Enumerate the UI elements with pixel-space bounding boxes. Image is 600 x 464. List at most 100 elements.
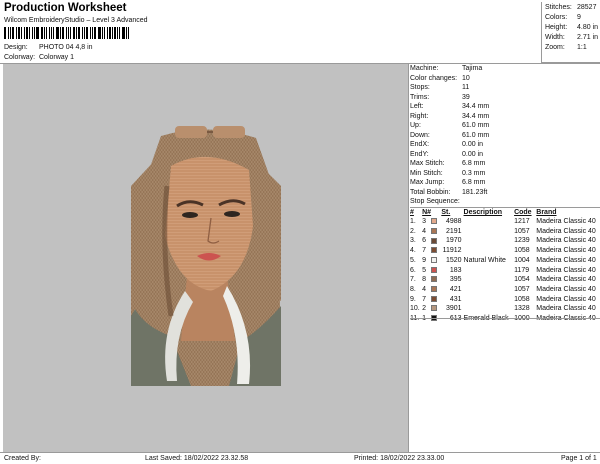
- barcode-bar: [69, 27, 71, 39]
- info-min-stitch: Min Stitch: 0.3 mm: [410, 169, 486, 177]
- thread-description: [464, 304, 515, 314]
- barcode-bar: [84, 27, 86, 39]
- thread-description: [464, 266, 515, 276]
- color-swatch: [431, 304, 441, 314]
- col-brand: Brand: [536, 209, 557, 216]
- needle-number: 4: [422, 227, 427, 235]
- summary-zoom: Zoom: 1:1: [545, 44, 587, 51]
- stop-sequence-table: # N# St. Description Code Brand 1. 3 4988 1…: [410, 208, 600, 324]
- stop-number: 2.: [410, 227, 416, 235]
- col-number: #: [410, 209, 414, 216]
- needle-number: 5: [422, 266, 427, 274]
- barcode-bar: [82, 27, 84, 39]
- thread-color-swatch: [431, 247, 438, 254]
- thread-description: [464, 236, 515, 246]
- page-number: Page 1 of 1: [561, 455, 597, 462]
- stop-row: 6. 5 183 1179 Madeira Classic 40: [410, 266, 600, 276]
- design-summary: Stitches: 28527 Colors: 9 Height: 4.80 in W…: [541, 2, 600, 63]
- color-swatch: [431, 285, 441, 295]
- thread-brand: Madeira Classic 40: [536, 295, 596, 303]
- barcode-bar: [101, 27, 103, 39]
- barcode-bar: [43, 27, 45, 39]
- color-swatch: [431, 275, 441, 285]
- thread-description: [464, 285, 515, 295]
- thread-color-swatch: [431, 286, 438, 293]
- stitch-count: 3901: [445, 305, 462, 313]
- barcode-bar: [4, 27, 6, 39]
- info-endx: EndX: 0.00 in: [410, 141, 484, 148]
- barcode-bar: [7, 27, 9, 39]
- barcode-bar: [86, 27, 89, 39]
- thread-code: 1328: [514, 305, 530, 313]
- thread-code: 1057: [514, 227, 530, 235]
- barcode-bar: [11, 27, 14, 39]
- barcode-bar: [98, 27, 101, 39]
- col-swatch: [431, 208, 441, 217]
- colorway-row: Colorway: Colorway 1: [4, 54, 74, 61]
- stop-sequence-header-row: # N# St. Description Code Brand: [410, 208, 600, 217]
- info-stops: Stops: 11: [410, 84, 470, 91]
- stop-row: 8. 4 421 1057 Madeira Classic 40: [410, 285, 600, 295]
- color-swatch: [431, 256, 441, 266]
- stop-table-end-divider: [410, 318, 600, 319]
- software-name: Wilcom EmbroideryStudio – Level 3 Advanc…: [4, 17, 148, 24]
- barcode-bar: [94, 27, 97, 39]
- barcode-bar: [108, 27, 111, 39]
- stop-row: 2. 4 2191 1057 Madeira Classic 40: [410, 227, 600, 237]
- thread-brand: Madeira Classic 40: [536, 305, 596, 313]
- barcode-bar: [72, 27, 75, 39]
- info-max-stitch: Max Stitch: 6.8 mm: [410, 160, 486, 167]
- thread-code: 1004: [514, 256, 530, 264]
- color-swatch: [431, 246, 441, 256]
- thread-description: [464, 246, 515, 256]
- thread-brand: Madeira Classic 40: [536, 285, 596, 293]
- thread-description: Natural White: [463, 256, 506, 264]
- barcode-bar: [106, 27, 108, 39]
- barcode-bar: [128, 27, 129, 39]
- barcode-bar: [56, 27, 60, 39]
- summary-colors: Colors: 9: [545, 14, 581, 21]
- info-up: Up: 61.0 mm: [410, 122, 490, 129]
- color-swatch: [431, 295, 441, 305]
- colorway-value: Colorway 1: [39, 54, 75, 61]
- stop-sequence-rows: 1. 3 4988 1217 Madeira Classic 40 2. 4 2191 1057…: [410, 217, 600, 324]
- needle-number: 4: [422, 285, 427, 293]
- barcode-bar: [67, 27, 69, 39]
- stitch-count: 11912: [442, 247, 462, 255]
- thread-color-swatch: [431, 237, 438, 244]
- thread-color-swatch: [431, 218, 438, 225]
- thread-code: 1179: [514, 266, 530, 274]
- info-machine: Machine: Tajima: [410, 65, 483, 72]
- thread-code: 1058: [514, 247, 530, 255]
- needle-number: 7: [422, 295, 427, 303]
- col-needle: N#: [422, 209, 432, 216]
- needle-number: 7: [422, 247, 427, 255]
- thread-code: 1217: [514, 218, 530, 225]
- needle-number: 8: [422, 276, 427, 284]
- stitch-count: 1970: [445, 237, 462, 245]
- info-color-changes: Color changes: 10: [410, 74, 470, 82]
- needle-number: 2: [422, 305, 427, 313]
- created-by: Created By:: [4, 455, 41, 462]
- design-row: Design: PHOTO 04 4,8 in: [4, 44, 93, 51]
- summary-width: Width: 2.71 in: [545, 34, 599, 41]
- barcode-bar: [60, 27, 62, 39]
- barcode-bar: [40, 27, 43, 39]
- barcode-bar: [51, 27, 53, 39]
- design-preview: [3, 64, 409, 452]
- color-swatch: [431, 266, 441, 276]
- stop-row: 4. 7 11912 1058 Madeira Classic 40: [410, 246, 600, 256]
- stop-number: 9.: [410, 295, 416, 303]
- thread-brand: Madeira Classic 40: [536, 256, 596, 264]
- barcode-bar: [111, 27, 113, 39]
- stop-number: 5.: [410, 256, 416, 264]
- thread-description: [464, 227, 515, 237]
- printed-date: Printed: 18/02/2022 23.33.00: [354, 455, 445, 462]
- machine-info-panel: Machine: Tajima Color changes: 10 Stops: 11…: [410, 64, 600, 452]
- barcode-bar: [32, 27, 34, 39]
- col-code: Code: [514, 209, 532, 216]
- barcode-bar: [103, 27, 105, 39]
- stop-number: 8.: [410, 285, 416, 293]
- summary-stitches: Stitches: 28527: [545, 4, 597, 11]
- barcode-bar: [117, 27, 119, 39]
